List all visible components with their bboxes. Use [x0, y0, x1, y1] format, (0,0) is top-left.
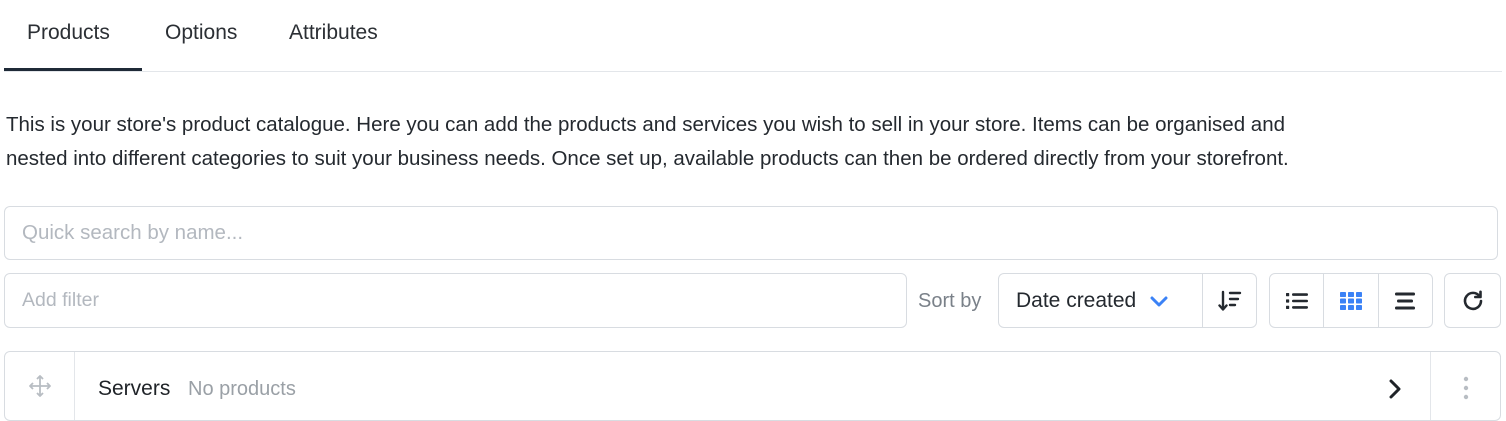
drag-handle[interactable]: [5, 352, 75, 420]
sort-select[interactable]: Date created: [999, 274, 1203, 327]
sort-descending-icon: [1217, 290, 1241, 311]
description-line-2: nested into different categories to suit…: [6, 147, 1289, 170]
tab-attributes[interactable]: Attributes: [289, 21, 378, 45]
filter-box: [4, 273, 907, 328]
quick-search-box: [4, 206, 1498, 260]
quick-search-input[interactable]: [5, 207, 1497, 259]
compact-view-button[interactable]: [1377, 274, 1432, 327]
sort-selected-value: Date created: [1016, 288, 1137, 312]
active-tab-indicator: [4, 68, 142, 71]
compact-view-icon: [1395, 292, 1416, 309]
catalogue-description: This is your store's product catalogue. …: [6, 108, 1486, 176]
list-view-icon: [1285, 292, 1308, 309]
move-icon: [28, 375, 51, 397]
tab-products[interactable]: Products: [27, 21, 110, 45]
open-category-button[interactable]: [1375, 372, 1415, 406]
refresh-button[interactable]: [1444, 273, 1501, 328]
grid-view-icon: [1339, 291, 1362, 310]
chevron-down-icon: [1150, 296, 1168, 306]
description-line-1: This is your store's product catalogue. …: [6, 113, 1286, 136]
sort-direction-button[interactable]: [1203, 274, 1256, 327]
category-product-count: No products: [188, 378, 296, 400]
grid-view-button[interactable]: [1323, 274, 1377, 327]
tab-options[interactable]: Options: [165, 21, 237, 45]
sort-by-label: Sort by: [918, 290, 982, 312]
add-filter-input[interactable]: [5, 274, 906, 327]
more-vertical-icon: [1463, 376, 1468, 400]
category-menu-button[interactable]: [1430, 352, 1500, 420]
tab-bar: Products Options Attributes: [4, 0, 1502, 72]
view-mode-toggle: [1269, 273, 1433, 328]
refresh-icon: [1463, 290, 1482, 310]
category-name[interactable]: Servers: [98, 377, 170, 401]
list-view-button[interactable]: [1270, 274, 1323, 327]
category-row[interactable]: Servers No products: [4, 351, 1501, 421]
sort-control: Date created: [998, 273, 1257, 328]
chevron-right-icon: [1389, 379, 1401, 399]
